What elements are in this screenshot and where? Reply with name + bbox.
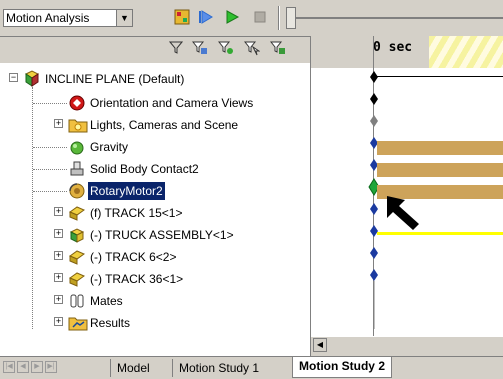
calculator-icon[interactable] [172, 8, 192, 28]
tree-item-results[interactable]: + Results [0, 312, 310, 334]
tree-item-label: Gravity [90, 140, 129, 154]
timeline-bar-truck[interactable] [377, 232, 503, 235]
tree-item-track-15[interactable]: + (f) TRACK 15<1> [0, 202, 310, 224]
contact-icon [68, 160, 86, 178]
lights-folder-icon [68, 116, 88, 134]
tree-item-track-6[interactable]: + (-) TRACK 6<2> [0, 246, 310, 268]
filter-results-icon[interactable] [268, 40, 288, 60]
next-tab-icon[interactable]: ▶ [31, 361, 43, 373]
study-type-value: Motion Analysis [6, 11, 90, 25]
tree-item-contact[interactable]: Solid Body Contact2 [0, 158, 310, 180]
key-orientation [370, 93, 378, 105]
study-type-select[interactable]: Motion Analysis ▼ [3, 9, 133, 27]
tree-item-label: INCLINE PLANE (Default) [45, 72, 185, 86]
prev-tab-icon[interactable]: ◀ [17, 361, 29, 373]
key-track6 [370, 247, 378, 259]
first-tab-icon[interactable]: |◀ [3, 361, 15, 373]
expand-icon[interactable]: + [54, 295, 63, 304]
expand-icon[interactable]: + [54, 251, 63, 260]
tree-item-label: (-) TRACK 6<2> [90, 250, 177, 264]
tab-motion-study-2[interactable]: Motion Study 2 [292, 357, 392, 378]
timeline-area[interactable]: 0 sec [311, 36, 503, 336]
part-icon [68, 270, 86, 288]
filter-icon[interactable] [166, 40, 186, 60]
time-slider-thumb[interactable] [286, 7, 296, 29]
tree-item-label: RotaryMotor2 [88, 182, 165, 200]
tab-bar: |◀ ◀ ▶ ▶| Model Motion Study 1 Motion St… [0, 356, 503, 379]
tree-item-label: (-) TRUCK ASSEMBLY<1> [90, 228, 234, 242]
tree-item-rotary-motor[interactable]: RotaryMotor2 [0, 180, 310, 202]
time-range-hatch [429, 36, 503, 68]
tree-item-label: (-) TRACK 36<1> [90, 272, 184, 286]
key-lights [370, 115, 378, 127]
part-icon [68, 248, 86, 266]
tree-item-label: Mates [90, 294, 123, 308]
last-tab-icon[interactable]: ▶| [45, 361, 57, 373]
tree-item-track-36[interactable]: + (-) TRACK 36<1> [0, 268, 310, 290]
tree-item-label: Lights, Cameras and Scene [90, 118, 239, 132]
time-label: 0 sec [373, 40, 413, 55]
timeline-header[interactable]: 0 sec [311, 36, 503, 68]
expand-icon[interactable]: + [54, 119, 63, 128]
filter-selected-icon[interactable] [242, 40, 262, 60]
timeline-root-line [377, 76, 503, 77]
motion-study-toolbar: Motion Analysis ▼ [0, 0, 503, 36]
expand-icon[interactable]: + [54, 207, 63, 216]
stop-icon[interactable] [250, 8, 270, 28]
expand-icon[interactable]: + [54, 229, 63, 238]
timeline-bar-contact[interactable] [377, 163, 503, 177]
collapse-icon[interactable]: − [9, 73, 18, 82]
play-icon[interactable] [222, 8, 242, 28]
tab-motion-study-1[interactable]: Motion Study 1 [172, 359, 265, 377]
rotary-motor-icon [68, 182, 86, 200]
tree-item-label: Orientation and Camera Views [90, 96, 254, 110]
scroll-left-icon[interactable]: ◀ [313, 338, 327, 352]
mates-icon [68, 292, 86, 310]
assembly-icon [23, 70, 41, 88]
play-from-start-icon[interactable] [196, 8, 216, 28]
tree-item-root[interactable]: − INCLINE PLANE (Default) [0, 68, 310, 90]
tree-item-label: Solid Body Contact2 [90, 162, 199, 176]
toolbar-separator [278, 6, 280, 30]
expand-icon[interactable]: + [54, 317, 63, 326]
tree-item-gravity[interactable]: Gravity [0, 136, 310, 158]
tab-model[interactable]: Model [110, 359, 156, 377]
results-icon [68, 314, 88, 332]
tree-item-orientation[interactable]: Orientation and Camera Views [0, 92, 310, 114]
tree-item-label: Results [90, 316, 131, 330]
key-root [370, 71, 378, 83]
key-track15 [370, 203, 378, 215]
expand-icon[interactable]: + [54, 273, 63, 282]
time-slider-track[interactable] [290, 17, 503, 19]
chevron-down-icon[interactable]: ▼ [116, 10, 132, 26]
camera-views-icon [68, 94, 86, 112]
part-icon [68, 204, 86, 222]
subassembly-icon [68, 226, 86, 244]
tree-item-mates[interactable]: + Mates [0, 290, 310, 312]
tree-item-lights[interactable]: + Lights, Cameras and Scene [0, 114, 310, 136]
tree-item-truck-assembly[interactable]: + (-) TRUCK ASSEMBLY<1> [0, 224, 310, 246]
tree-filter-bar [0, 37, 310, 63]
timeline-bar-gravity[interactable] [377, 141, 503, 155]
timeline-keys[interactable] [367, 69, 381, 339]
tree-item-label: (f) TRACK 15<1> [90, 206, 183, 220]
key-track36 [370, 269, 378, 281]
timeline-scrollbar[interactable]: ◀ [311, 336, 503, 354]
motion-manager-tree: − INCLINE PLANE (Default) Orientation an… [0, 36, 311, 356]
key-truck [370, 225, 378, 237]
filter-animation-icon[interactable] [190, 40, 210, 60]
gravity-icon [68, 138, 86, 156]
filter-driving-icon[interactable] [216, 40, 236, 60]
pointer-arrow-icon [387, 196, 419, 230]
